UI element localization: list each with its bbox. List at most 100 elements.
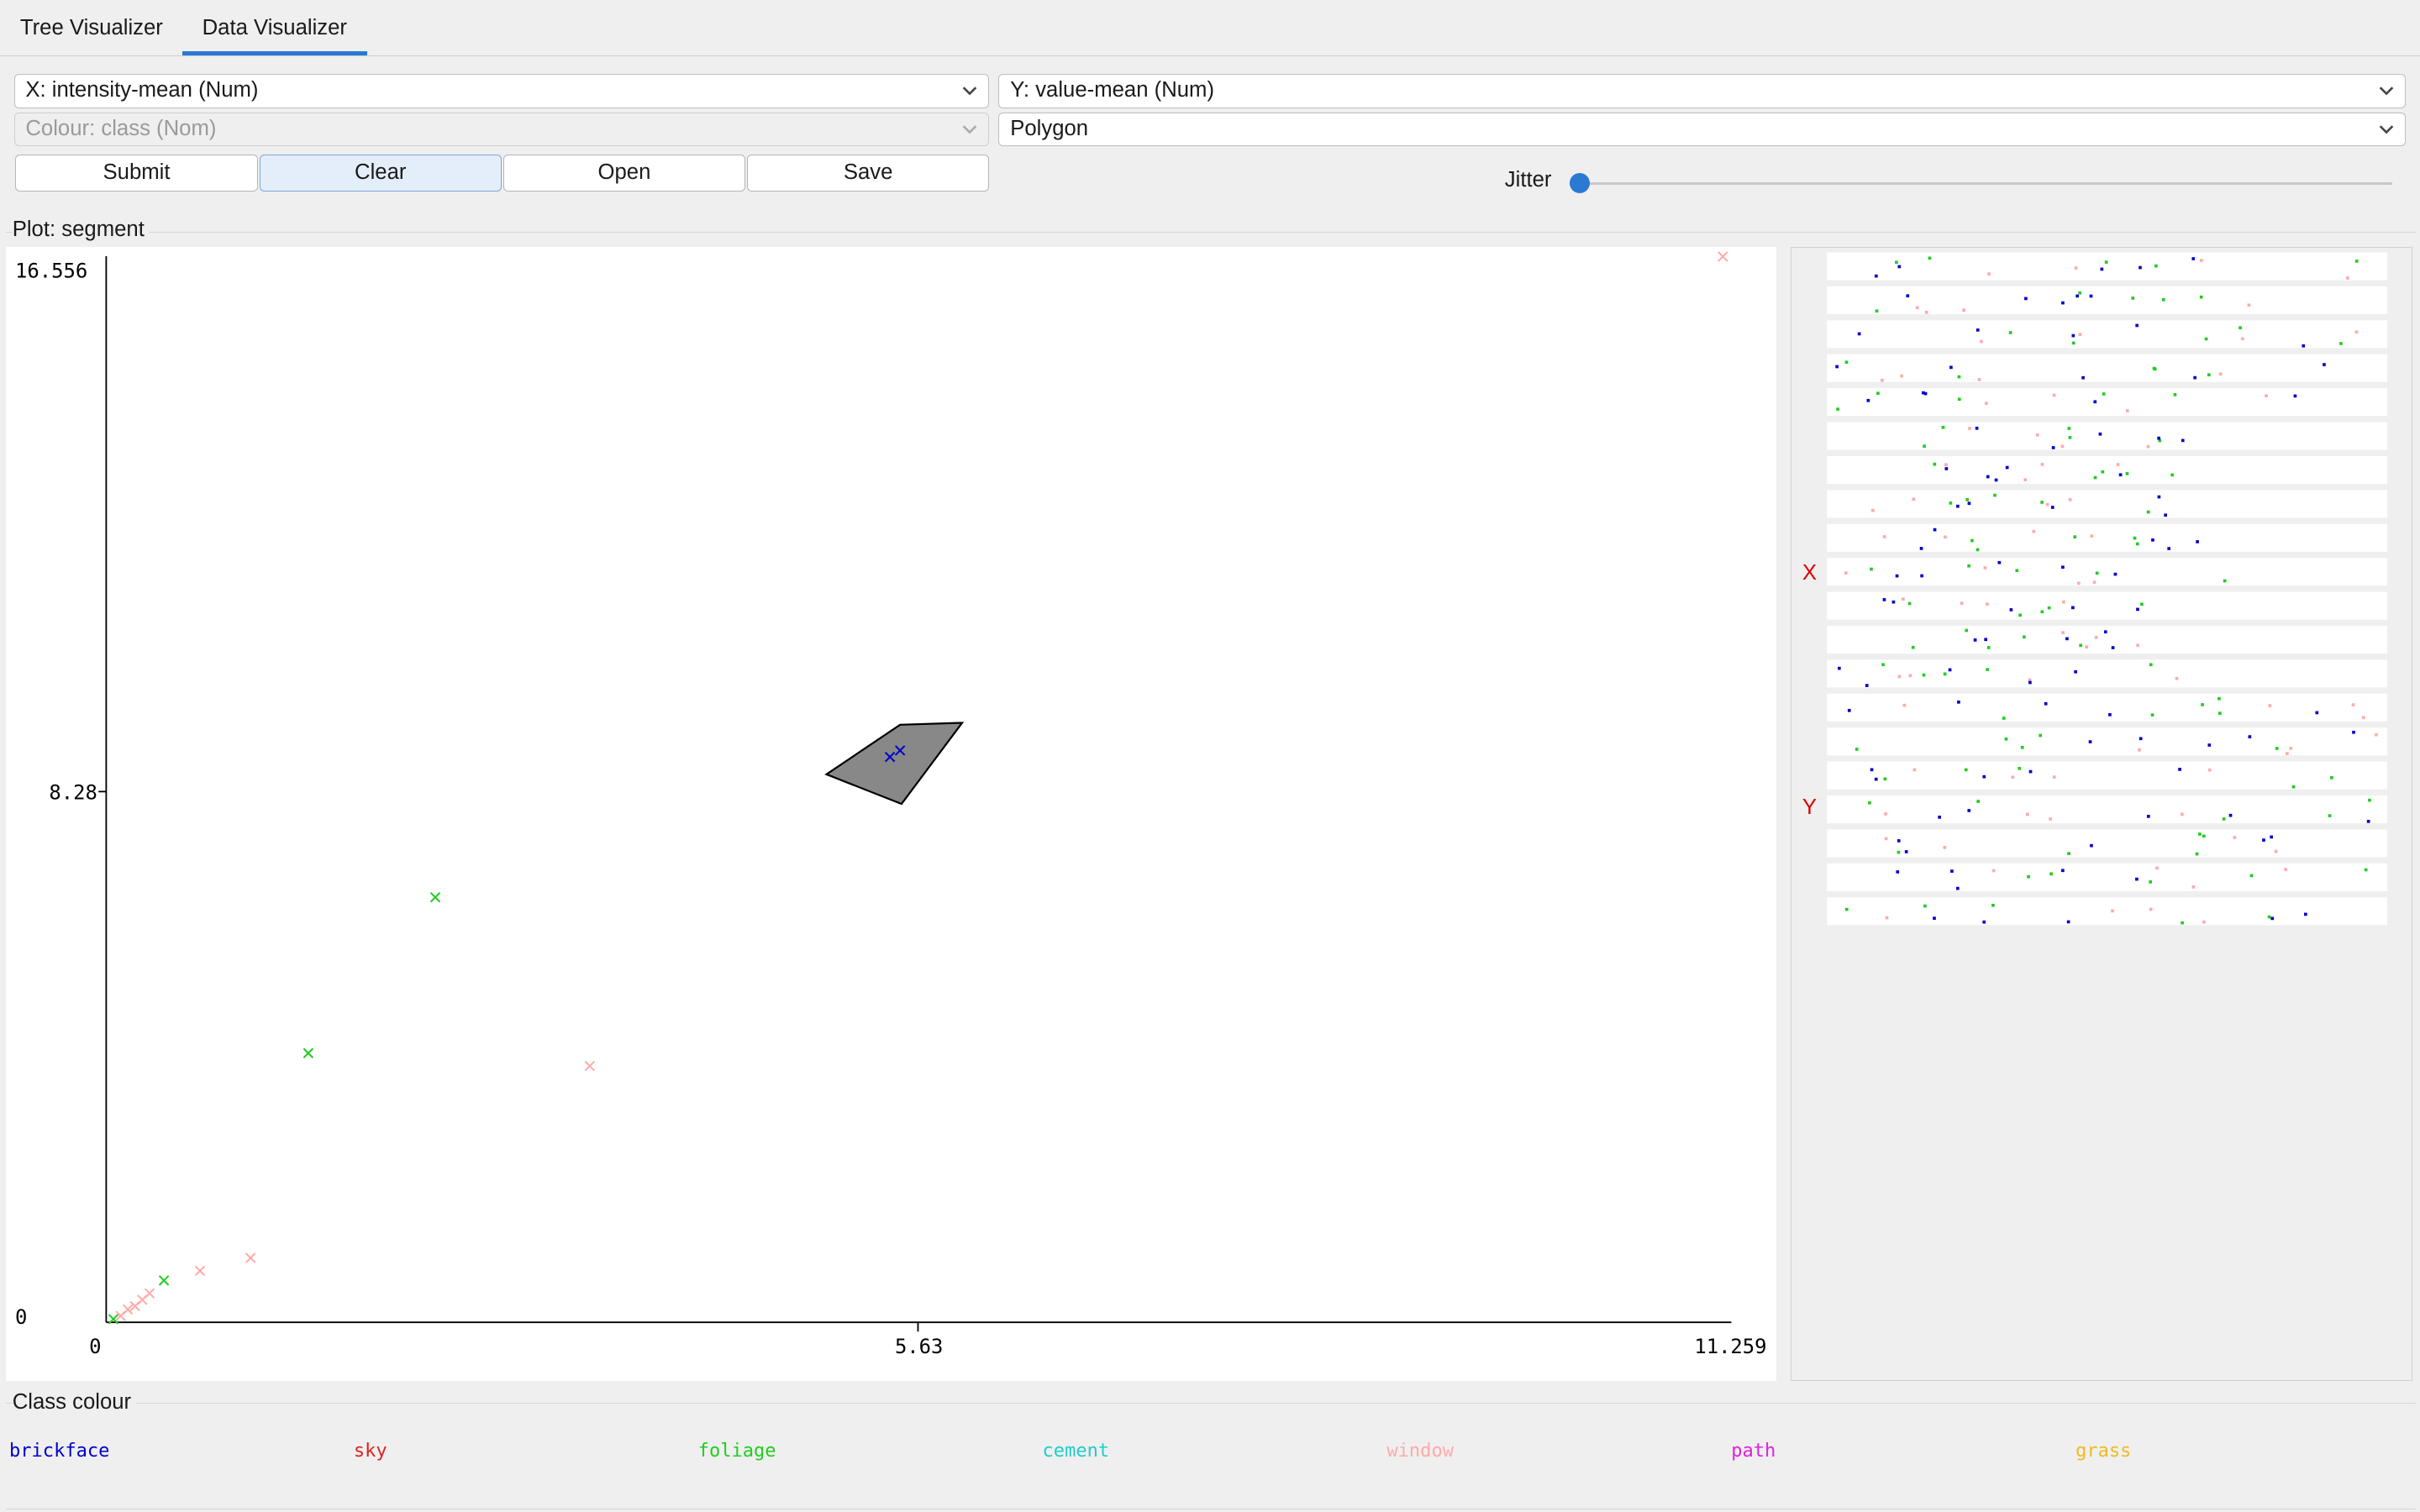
scatter-matrix-dot: [1975, 548, 1979, 552]
colour-select: Colour: class (Nom): [13, 113, 990, 147]
legend-item-sky[interactable]: sky: [354, 1441, 387, 1462]
scatter-matrix-dot: [2195, 852, 2198, 856]
scatter-matrix-cell[interactable]: [1826, 558, 2387, 586]
data-point-foliage[interactable]: [159, 1274, 170, 1286]
scatter-matrix-dot: [1943, 845, 1946, 849]
scatter-matrix-cell[interactable]: [1826, 795, 2387, 823]
scatter-matrix-dot: [2077, 291, 2081, 295]
scatter-matrix-cell[interactable]: [1826, 320, 2387, 349]
jitter-slider-knob[interactable]: [1569, 172, 1590, 193]
scatter-matrix-dot: [2133, 536, 2136, 540]
scatter-matrix-dot: [1911, 645, 1915, 649]
scatter-matrix-dot: [2217, 711, 2222, 715]
scatter-matrix-cell[interactable]: [1826, 659, 2387, 688]
data-point-foliage[interactable]: [430, 891, 441, 903]
scatter-matrix-dot: [2207, 373, 2211, 376]
legend-item-brickface[interactable]: brickface: [9, 1441, 109, 1462]
scatter-matrix-dot: [2072, 535, 2076, 538]
scatter-matrix-dot: [2078, 333, 2081, 336]
scatter-matrix-dot: [1965, 497, 1969, 501]
scatter-matrix-cell[interactable]: [1826, 354, 2387, 382]
save-button[interactable]: Save: [746, 154, 990, 192]
scatter-matrix-dot: [2275, 747, 2279, 750]
legend-item-path[interactable]: path: [1731, 1441, 1776, 1462]
scatter-matrix-cell[interactable]: [1826, 761, 2387, 790]
jitter-slider[interactable]: [1578, 181, 2392, 186]
scatter-matrix-dot: [2026, 874, 2030, 879]
scatter-matrix-dot: [2094, 635, 2098, 639]
scatter-matrix-dot: [2328, 814, 2331, 817]
data-point-window[interactable]: [195, 1265, 206, 1276]
scatter-matrix-cell[interactable]: [1826, 897, 2387, 926]
scatter-matrix-dot: [2022, 635, 2026, 638]
legend-item-grass[interactable]: grass: [2075, 1441, 2131, 1462]
scatter-matrix-dot: [2101, 470, 2104, 474]
scatter-matrix-cell[interactable]: [1826, 625, 2387, 654]
scatter-plot-canvas[interactable]: 16.556 8.28 0 0 5.63 11.259: [6, 247, 1776, 1381]
scatter-matrix-cell[interactable]: [1826, 591, 2387, 620]
scatter-matrix-cell[interactable]: [1826, 286, 2387, 314]
scatter-matrix-dot: [1854, 747, 1859, 751]
scatter-matrix-dot: [1983, 565, 1986, 570]
scatter-matrix-dot: [2066, 852, 2070, 855]
scatter-matrix-dot: [1866, 398, 1870, 402]
scatter-matrix-dot: [2065, 637, 2069, 641]
legend-item-cement[interactable]: cement: [1043, 1441, 1110, 1462]
scatter-matrix-dot: [2264, 394, 2268, 397]
scatter-matrix-dot: [2351, 730, 2355, 734]
colour-select-value: Colour: class (Nom): [25, 117, 217, 141]
scatter-matrix-dot: [2261, 838, 2265, 842]
scatter-matrix-cell[interactable]: [1826, 490, 2387, 518]
data-point-foliage[interactable]: [302, 1047, 314, 1058]
scatter-matrix-dot: [1970, 538, 1974, 543]
scatter-matrix-cell[interactable]: [1826, 387, 2387, 417]
y-axis-select[interactable]: Y: value-mean (Num): [998, 74, 2407, 108]
scatter-matrix-dot: [2157, 495, 2160, 499]
legend-group-label: Class colour: [12, 1389, 136, 1415]
scatter-matrix-dot: [2173, 392, 2176, 396]
scatter-matrix-dot: [1941, 425, 1944, 429]
scatter-matrix-dot: [2060, 565, 2065, 569]
legend-item-window[interactable]: window: [1386, 1441, 1454, 1462]
scatter-matrix-dot: [1834, 365, 1839, 369]
scatter-matrix-cell[interactable]: [1826, 829, 2387, 858]
scatter-matrix-dot: [1991, 903, 1995, 907]
scatter-matrix-dot: [1847, 708, 1851, 712]
selection-polygon[interactable]: [824, 722, 965, 806]
scatter-matrix-cell[interactable]: [1826, 455, 2387, 484]
shape-select[interactable]: Polygon: [998, 113, 2407, 147]
data-point-window[interactable]: [145, 1288, 155, 1299]
scatter-matrix-cell[interactable]: [1826, 863, 2387, 891]
tab-data-visualizer[interactable]: Data Visualizer: [182, 0, 367, 55]
scatter-matrix-dot: [2038, 733, 2042, 738]
tab-tree-visualizer[interactable]: Tree Visualizer: [0, 0, 183, 55]
submit-button[interactable]: Submit: [15, 154, 258, 192]
plot-group-label: Plot: segment: [12, 217, 150, 242]
scatter-matrix-dot: [2238, 326, 2242, 329]
scatter-matrix-dot: [1923, 904, 1927, 908]
scatter-matrix-canvas[interactable]: X Y: [1791, 248, 2412, 1380]
scatter-matrix-dot: [1882, 597, 1886, 601]
data-point-window[interactable]: [245, 1252, 256, 1263]
scatter-matrix-dot: [2135, 542, 2139, 546]
scatter-plot[interactable]: 16.556 8.28 0 0 5.63 11.259: [6, 246, 1777, 1381]
scatter-matrix-panel[interactable]: X Y: [1790, 246, 2412, 1381]
scatter-matrix-cell[interactable]: [1826, 727, 2387, 756]
data-point-window[interactable]: [584, 1060, 596, 1072]
scatter-matrix-dot: [2149, 907, 2153, 911]
scatter-matrix-dot: [1967, 501, 1970, 505]
x-axis-select[interactable]: X: intensity-mean (Num): [13, 74, 990, 108]
legend-item-foliage[interactable]: foliage: [698, 1441, 776, 1462]
scatter-matrix-cell[interactable]: [1826, 252, 2387, 281]
scatter-matrix-cell[interactable]: [1826, 422, 2387, 450]
scatter-matrix-dot: [1932, 916, 1936, 920]
clear-button[interactable]: Clear: [259, 154, 502, 192]
scatter-matrix-cell[interactable]: [1826, 523, 2387, 552]
scatter-matrix-dot: [2074, 266, 2077, 270]
scatter-matrix-dot: [1882, 535, 1886, 538]
scatter-matrix-cell[interactable]: [1826, 693, 2387, 722]
open-button[interactable]: Open: [502, 154, 746, 192]
data-point-window[interactable]: [1718, 251, 1728, 262]
scatter-matrix-dot: [2031, 529, 2035, 533]
scatter-matrix-dot: [2154, 264, 2158, 268]
